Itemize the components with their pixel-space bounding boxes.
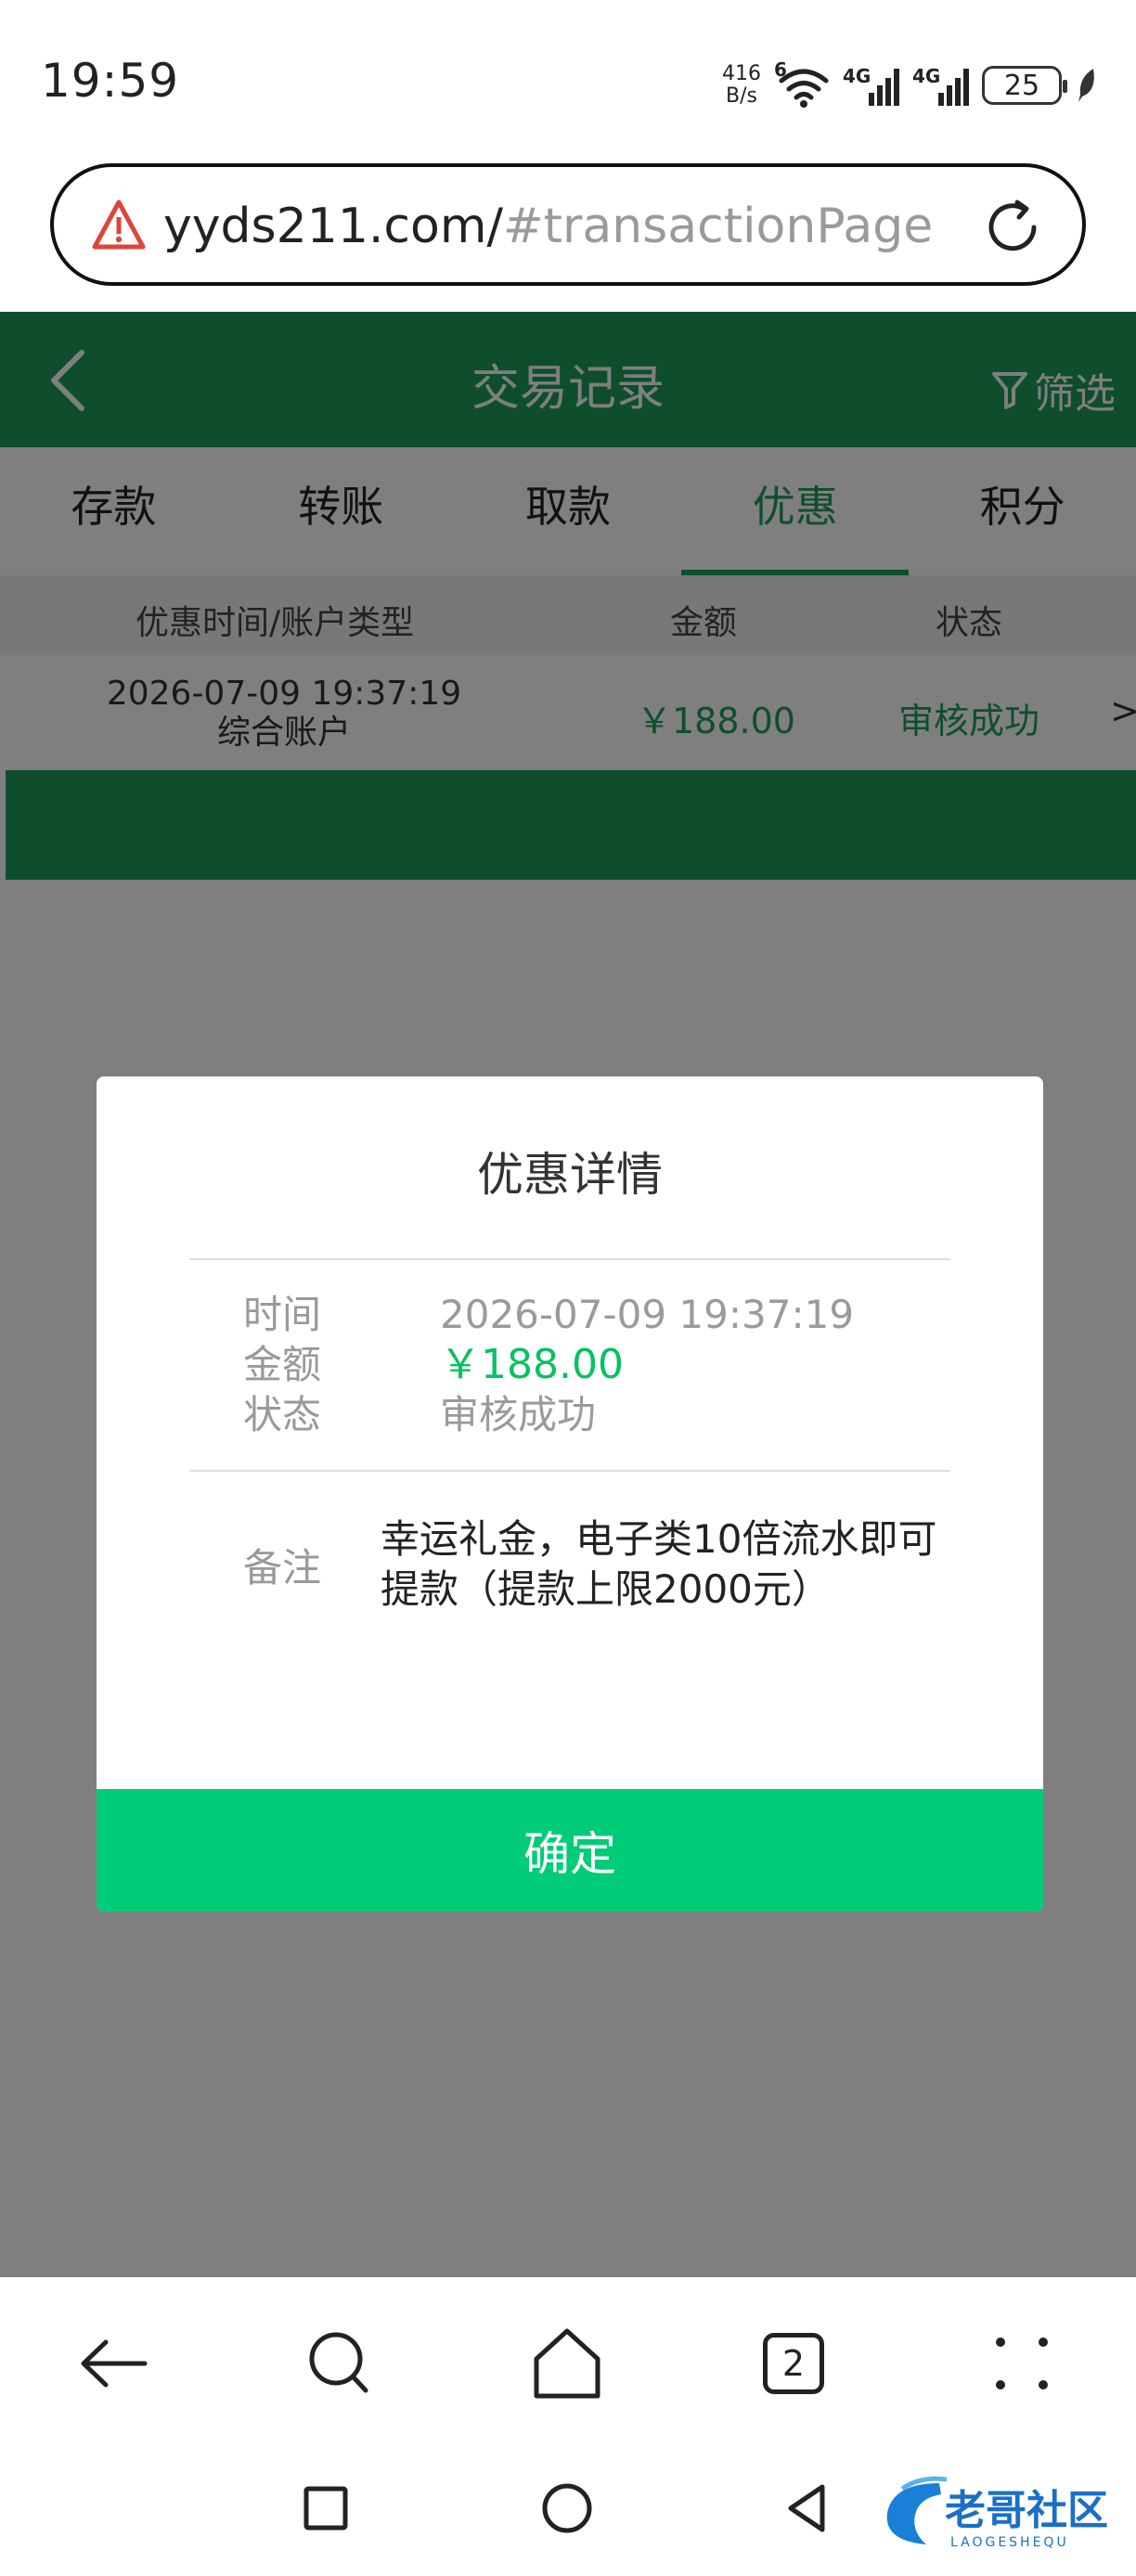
status-bar: 19:59 416 B/s 6 4G 4G 25 [0, 0, 1136, 158]
watermark-subtext: LAOGESHEQU [950, 2535, 1069, 2550]
promotion-detail-modal: 优惠详情 时间 2026-07-09 19:37:19 金额 ￥188.00 状… [97, 1076, 1043, 1912]
wifi-tag: 6 [774, 58, 787, 81]
detail-time-value: 2026-07-09 19:37:19 [440, 1292, 855, 1337]
network-speed-value: 416 [722, 62, 761, 85]
square-icon [303, 2486, 348, 2531]
browser-back-button[interactable] [72, 2322, 156, 2405]
url-host: yyds211.com/ [163, 199, 504, 254]
home-nav-button[interactable] [535, 2476, 600, 2541]
detail-amount-value: ￥188.00 [440, 1341, 624, 1388]
address-bar[interactable]: yyds211.com/#transactionPage [50, 163, 1086, 286]
detail-amount-label: 金额 [243, 1342, 322, 1387]
cellular-signal-2-icon: 4G [912, 65, 969, 106]
tab-count-icon: 2 [763, 2333, 824, 2394]
leaf-icon [1078, 69, 1094, 102]
detail-status-label: 状态 [243, 1392, 322, 1437]
watermark-text: 老哥社区 [945, 2487, 1108, 2534]
detail-note-label: 备注 [243, 1545, 322, 1591]
detail-time-label: 时间 [243, 1292, 322, 1337]
menu-dots-icon [996, 2338, 1048, 2389]
back-nav-button[interactable] [776, 2476, 841, 2541]
network-speed-unit: B/s [726, 84, 757, 108]
url-text[interactable]: yyds211.com/#transactionPage [163, 199, 933, 254]
reload-icon[interactable] [982, 197, 1043, 258]
warning-icon[interactable] [91, 199, 147, 251]
circle-icon [542, 2483, 592, 2533]
browser-search-button[interactable] [297, 2322, 381, 2405]
recent-apps-button[interactable] [293, 2476, 358, 2541]
cellular-signal-1-icon: 4G [843, 65, 899, 106]
web-page: 交易记录 筛选 存款 转账 取款 优惠 积分 优惠时间/账户类型 金额 状态 2… [0, 312, 1136, 2277]
detail-status-value: 审核成功 [440, 1392, 597, 1437]
battery-icon: 25 [982, 66, 1067, 105]
network-speed: 416 B/s [722, 63, 761, 108]
browser-toolbar: 2 [0, 2277, 1136, 2450]
status-time: 19:59 [41, 54, 180, 108]
dragon-logo-icon: 老哥社区 LAOGESHEQU [886, 2476, 1108, 2550]
triangle-back-icon [788, 2484, 825, 2532]
battery-level: 25 [1003, 69, 1040, 102]
cellular-signal-2-tag: 4G [912, 65, 941, 87]
browser-tabs-button[interactable]: 2 [752, 2322, 835, 2405]
watermark-logo: 老哥社区 LAOGESHEQU [874, 2470, 1116, 2554]
confirm-button[interactable]: 确定 [97, 1789, 1043, 1912]
system-navigation-bar: 老哥社区 LAOGESHEQU [0, 2450, 1136, 2576]
browser-home-button[interactable] [525, 2322, 609, 2405]
divider [189, 1470, 950, 1472]
wifi-icon: 6 [774, 58, 830, 109]
detail-note-value: 幸运礼金，电子类10倍流水即可提款（提款上限2000元） [381, 1516, 937, 1612]
browser-menu-button[interactable] [980, 2322, 1064, 2405]
home-icon [534, 2328, 600, 2399]
arrow-left-icon [81, 2339, 148, 2388]
cellular-signal-1-tag: 4G [843, 65, 871, 87]
search-icon [309, 2332, 368, 2393]
status-icons: 416 B/s 6 4G 4G 25 [722, 58, 1099, 111]
modal-title: 优惠详情 [477, 1148, 663, 1202]
url-hash: #transactionPage [503, 199, 934, 254]
divider [189, 1258, 950, 1260]
